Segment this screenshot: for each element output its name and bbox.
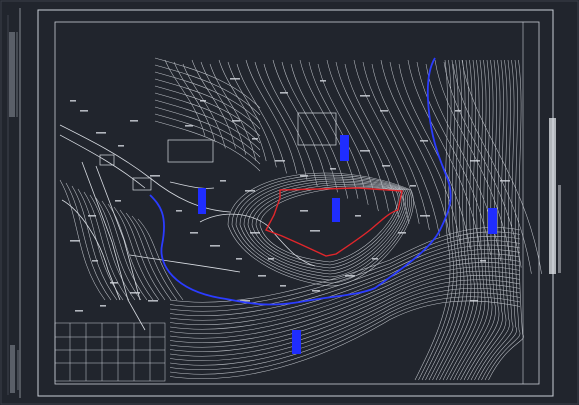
survey-point-label xyxy=(245,190,255,192)
survey-point-label xyxy=(70,240,80,242)
survey-point-label xyxy=(275,160,285,162)
survey-point-label xyxy=(115,200,121,202)
survey-point-label xyxy=(190,232,198,234)
survey-point-label xyxy=(232,120,240,122)
survey-point-label xyxy=(470,160,480,162)
topographic-drawing[interactable] xyxy=(0,0,579,405)
survey-point-label xyxy=(500,180,510,182)
left-bottom-label xyxy=(10,345,19,393)
survey-point-label xyxy=(355,215,361,217)
survey-point-label xyxy=(150,175,160,177)
survey-point-label xyxy=(130,120,138,122)
survey-point-label xyxy=(236,258,242,260)
survey-point-label xyxy=(185,125,193,127)
survey-point-label xyxy=(360,150,370,152)
survey-point-label xyxy=(148,300,158,302)
survey-point-label xyxy=(455,110,461,112)
survey-point-label xyxy=(345,275,355,277)
survey-point-label xyxy=(300,210,308,212)
left-vertical-label xyxy=(9,32,18,117)
survey-point-label xyxy=(480,260,486,262)
survey-point-label xyxy=(312,290,320,292)
survey-point-label xyxy=(176,210,182,212)
survey-point-label xyxy=(70,100,76,102)
survey-point-label xyxy=(382,165,390,167)
survey-point-label xyxy=(250,232,260,234)
survey-point-label xyxy=(372,258,378,260)
survey-point-label xyxy=(320,80,326,82)
blue-marker-left xyxy=(198,188,206,214)
survey-point-label xyxy=(360,95,370,97)
survey-point-label xyxy=(80,110,88,112)
survey-point-label xyxy=(96,132,106,134)
survey-point-label xyxy=(75,310,83,312)
survey-point-label xyxy=(130,292,140,294)
blue-marker-upper xyxy=(340,135,349,161)
survey-point-label xyxy=(280,92,288,94)
survey-point-label xyxy=(258,275,266,277)
survey-point-label xyxy=(380,110,388,112)
survey-point-label xyxy=(252,138,258,140)
survey-point-label xyxy=(420,215,430,217)
survey-point-label xyxy=(398,232,406,234)
survey-point-label xyxy=(110,282,118,284)
survey-point-label xyxy=(200,100,206,102)
survey-point-label xyxy=(300,175,308,177)
survey-point-label xyxy=(220,180,226,182)
survey-point-label xyxy=(100,305,106,307)
survey-point-label xyxy=(280,285,286,287)
blue-marker-center xyxy=(332,198,340,222)
survey-point-label xyxy=(268,258,274,260)
blue-marker-bottom xyxy=(292,330,301,354)
survey-point-label xyxy=(470,300,478,302)
survey-point-label xyxy=(230,78,240,80)
survey-point-label xyxy=(330,168,336,170)
canvas-background xyxy=(0,0,579,405)
survey-point-label xyxy=(92,260,98,262)
survey-point-label xyxy=(420,140,428,142)
survey-point-label xyxy=(118,145,124,147)
survey-point-label xyxy=(210,245,220,247)
survey-point-label xyxy=(310,230,320,232)
blue-marker-right xyxy=(488,208,497,234)
cad-drawing-viewport[interactable] xyxy=(0,0,579,405)
survey-point-label xyxy=(410,185,416,187)
survey-point-label xyxy=(88,215,96,217)
